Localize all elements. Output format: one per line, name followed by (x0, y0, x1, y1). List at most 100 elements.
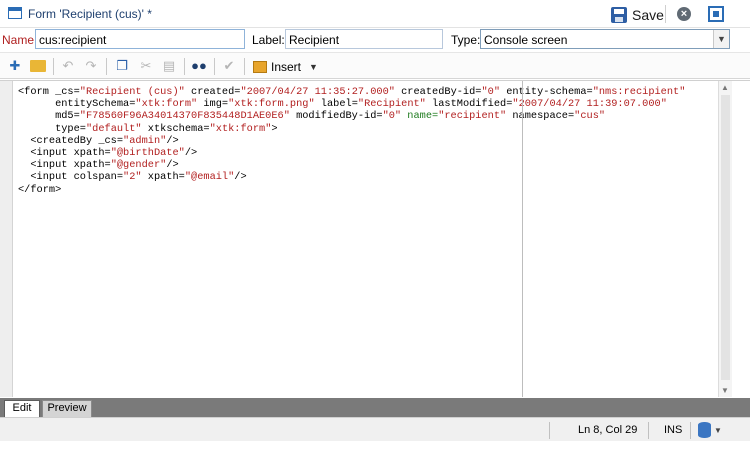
status-divider (690, 422, 691, 439)
redo-icon[interactable]: ↷ (83, 58, 99, 74)
code-line[interactable]: <createdBy _cs="admin"/> (18, 135, 718, 147)
binoculars-icon[interactable]: ●● (191, 58, 207, 74)
code-token: /> (166, 134, 179, 147)
code-token: <form _cs= (18, 86, 80, 98)
titlebar-divider (665, 5, 666, 23)
code-line[interactable]: md5="F78560F96A34014370F835448D1AE0E6" m… (18, 110, 718, 122)
code-token: <createdBy _cs= (18, 134, 124, 147)
folder-icon[interactable] (30, 60, 46, 72)
scroll-down-icon[interactable]: ▼ (721, 386, 729, 395)
save-label: Save (632, 6, 664, 23)
undo-icon[interactable]: ↶ (60, 58, 76, 74)
code-token: "2007/04/27 11:39:07.000" (512, 98, 667, 111)
code-line[interactable]: <input colspan="2" xpath="@email"/> (18, 171, 718, 183)
code-token: "@email" (184, 171, 235, 184)
editor-toolbar: ✚ ↶ ↷ ❐ ✂ ▤ ●● ✔ Insert ▼ (0, 52, 750, 79)
code-line[interactable]: <input xpath="@gender"/> (18, 159, 718, 171)
chevron-down-icon: ▼ (309, 61, 318, 72)
vertical-scrollbar[interactable]: ▲ ▼ (718, 81, 732, 397)
code-token: "xtk:form" (135, 98, 198, 111)
code-line[interactable]: <input xpath="@birthDate"/> (18, 147, 718, 159)
code-token: created= (184, 86, 241, 98)
code-token: </form> (18, 183, 62, 196)
code-line[interactable]: </form> (18, 184, 718, 196)
toolbar-divider (184, 58, 185, 75)
code-token: /> (166, 159, 179, 172)
code-line[interactable]: type="default" xtkschema="xtk:form"> (18, 123, 718, 135)
type-select-value: Console screen (484, 33, 568, 47)
code-token: md5= (18, 110, 80, 123)
cursor-position: Ln 8, Col 29 (578, 424, 638, 436)
editor-tabs: Edit Preview (0, 398, 750, 417)
floppy-disk-icon (611, 6, 627, 23)
maximize-icon[interactable] (708, 6, 724, 22)
new-node-icon[interactable]: ✚ (7, 58, 23, 74)
code-token: "Recipient (cus)" (79, 86, 185, 98)
type-select[interactable]: Console screen ▼ (480, 29, 730, 49)
code-token: xpath= (141, 171, 185, 184)
code-line[interactable]: <form _cs="Recipient (cus)" created="200… (18, 86, 718, 98)
code-token: "@birthDate" (110, 147, 185, 160)
code-token: /> (234, 171, 247, 184)
insert-label: Insert (271, 59, 302, 74)
code-token: createdBy-id= (394, 86, 482, 98)
code-token: img= (197, 98, 229, 111)
code-token: label= (314, 98, 358, 111)
code-token: "admin" (123, 134, 167, 147)
code-token: "default" (85, 122, 142, 135)
cut-icon[interactable]: ✂ (138, 58, 154, 74)
code-area[interactable]: <form _cs="Recipient (cus)" created="200… (18, 86, 718, 196)
code-token: "xtk:form" (209, 122, 272, 135)
name-label: Name: (2, 33, 38, 47)
paste-icon[interactable]: ▤ (161, 58, 177, 74)
scroll-up-icon[interactable]: ▲ (721, 83, 729, 92)
editor-gutter (0, 81, 13, 397)
status-divider (549, 422, 550, 439)
insert-button[interactable]: Insert ▼ (253, 57, 318, 76)
database-icon[interactable] (698, 422, 711, 438)
chevron-down-icon[interactable]: ▼ (713, 30, 729, 48)
code-token: "2007/04/27 11:35:27.000" (240, 86, 395, 98)
tab-preview[interactable]: Preview (42, 400, 92, 417)
check-icon[interactable]: ✔ (221, 58, 237, 74)
code-token: "F78560F96A34014370F835448D1AE0E6" (79, 110, 290, 123)
xml-editor[interactable]: <form _cs="Recipient (cus)" created="200… (0, 80, 750, 398)
title-bar: Form 'Recipient (cus)' * Save × (0, 0, 750, 28)
code-token: entitySchema= (18, 98, 136, 111)
close-icon[interactable]: × (677, 7, 691, 21)
save-button[interactable]: Save (611, 4, 664, 25)
window-title: Form 'Recipient (cus)' * (28, 7, 152, 21)
chevron-down-icon[interactable]: ▼ (714, 426, 722, 435)
code-token: lastModified= (425, 98, 513, 111)
tab-edit[interactable]: Edit (4, 400, 40, 417)
code-token: <input xpath= (18, 147, 111, 160)
window-bottom (0, 441, 750, 457)
code-token: "0" (481, 86, 501, 98)
code-token: "@gender" (110, 159, 167, 172)
scrollbar-thumb[interactable] (721, 95, 730, 380)
insert-icon (253, 60, 267, 73)
code-token: modifiedBy-id= (289, 110, 383, 123)
code-token: /> (184, 147, 198, 160)
insert-mode: INS (664, 424, 683, 436)
name-field[interactable]: cus:recipient (35, 29, 245, 49)
code-token: xtkschema= (141, 122, 210, 135)
code-token: > (271, 122, 278, 135)
code-token: namespace= (506, 110, 575, 123)
toolbar-divider (106, 58, 107, 75)
label-field[interactable]: Recipient (285, 29, 443, 49)
code-token: "xtk:form.png" (228, 98, 315, 111)
form-icon (8, 7, 22, 19)
status-divider (648, 422, 649, 439)
copy-icon[interactable]: ❐ (114, 58, 130, 74)
code-token: type= (18, 122, 86, 135)
label-label: Label: (252, 33, 285, 47)
form-properties-row: Name: cus:recipient Label: Recipient Typ… (0, 28, 750, 52)
code-token: <input xpath= (18, 159, 111, 172)
type-label: Type: (451, 33, 481, 47)
margin-ruler (522, 81, 523, 397)
code-token: entity-schema= (500, 86, 593, 98)
code-token: "0" (382, 110, 402, 123)
code-token: "recipient" (438, 110, 507, 123)
code-line[interactable]: entitySchema="xtk:form" img="xtk:form.pn… (18, 98, 718, 110)
